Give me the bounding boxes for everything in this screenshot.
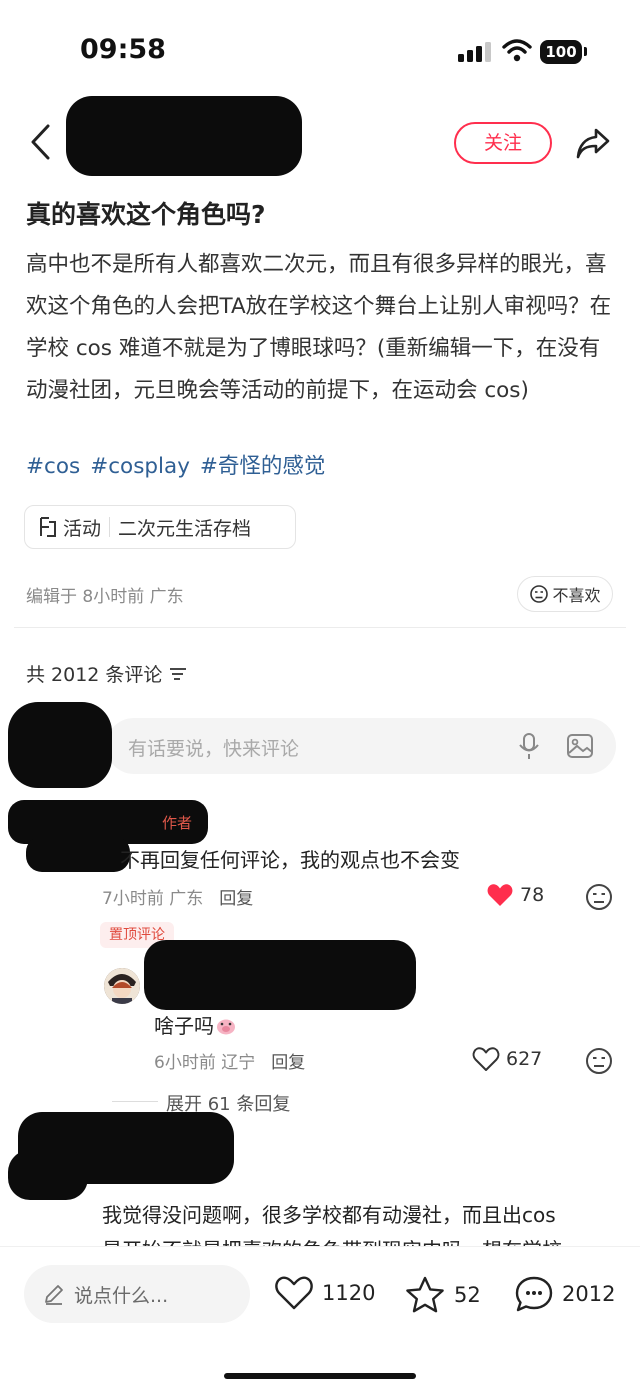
post-body: 高中也不是所有人都喜欢二次元，而且有很多异样的眼光，喜欢这个角色的人会把TA放在… <box>26 252 612 403</box>
unhappy-face-icon <box>530 585 549 603</box>
pencil-icon <box>45 1285 63 1305</box>
avatar-illustration <box>104 968 140 1004</box>
status-time: 09:58 <box>80 34 166 65</box>
comment-total: 2012 <box>562 1282 616 1306</box>
post-tags: #cos #cosplay #奇怪的感觉 <box>26 449 335 480</box>
heart-filled-icon <box>487 884 513 906</box>
like-button[interactable]: 1120 <box>274 1275 375 1311</box>
collect-button[interactable]: 52 <box>404 1275 481 1315</box>
unhappy-face-icon[interactable] <box>584 882 614 912</box>
comment-count[interactable]: 共 2012 条评论 <box>26 660 188 687</box>
battery-tip <box>584 47 587 56</box>
comment-count-label: 共 2012 条评论 <box>26 664 163 686</box>
post-title: 真的喜欢这个角色吗? <box>26 200 266 229</box>
comment-button[interactable]: 2012 <box>514 1275 615 1313</box>
comment-input[interactable]: 有话要说，快来评论 <box>106 718 616 774</box>
pig-emoji-icon <box>217 1019 235 1035</box>
say-something-input[interactable]: 说点什么... <box>24 1265 250 1323</box>
comment-text: 我觉得没问题啊，很多学校都有动漫社，而且出cos <box>102 1203 556 1227</box>
unhappy-face-icon[interactable] <box>584 1046 614 1076</box>
wifi-icon <box>502 39 532 62</box>
bookmark-icon <box>40 517 56 537</box>
reply-button[interactable]: 回复 <box>271 1053 305 1073</box>
reply-button[interactable]: 回复 <box>219 889 253 909</box>
microphone-icon[interactable] <box>518 732 540 760</box>
divider <box>14 627 626 628</box>
comment-input-placeholder: 有话要说，快来评论 <box>128 738 300 760</box>
image-icon[interactable] <box>566 733 594 759</box>
current-user-avatar <box>8 702 112 788</box>
comment-meta: 6小时前 辽宁 回复 <box>154 1048 305 1073</box>
comment-text: 啥子吗 <box>154 1010 236 1039</box>
reply-avatar[interactable] <box>104 968 140 1004</box>
comment-time-location: 6小时前 辽宁 <box>154 1053 256 1073</box>
expand-divider <box>112 1101 158 1102</box>
back-arrow-icon[interactable] <box>28 122 52 162</box>
topic-prefix: 活动 <box>63 517 102 540</box>
commenter-avatar[interactable] <box>26 836 130 872</box>
heart-outline-icon <box>472 1047 500 1071</box>
comment-text: 不再回复任何评论，我的观点也不会变 <box>120 848 460 872</box>
follow-button[interactable]: 关注 <box>454 122 552 164</box>
comment-text-content: 啥子吗 <box>154 1014 214 1038</box>
bottom-action-bar: 说点什么... 1120 52 2012 <box>0 1246 640 1393</box>
topic-name: 二次元生活存档 <box>118 517 252 540</box>
share-icon[interactable] <box>574 124 612 162</box>
reply-username[interactable] <box>144 940 416 1010</box>
hashtag-link[interactable]: #奇怪的感觉 <box>200 454 326 479</box>
comment-like-button[interactable]: 627 <box>472 1046 542 1072</box>
hashtag-link[interactable]: #cos <box>26 454 80 479</box>
comment-text-continued: 是开始不就是把喜欢的角色带到现实中吗，想在学校 <box>102 1234 562 1246</box>
comment-like-count: 78 <box>520 884 545 906</box>
dislike-label: 不喜欢 <box>552 586 601 605</box>
topic-separator <box>109 517 111 537</box>
hashtag-link[interactable]: #cosplay <box>90 454 190 479</box>
heart-outline-icon <box>275 1276 313 1310</box>
comment-like-button[interactable]: 78 <box>486 882 544 908</box>
collect-count: 52 <box>454 1283 481 1307</box>
dislike-button[interactable]: 不喜欢 <box>517 576 613 612</box>
author-avatar-name[interactable] <box>66 96 302 176</box>
comment-meta: 7小时前 广东 回复 <box>102 884 253 909</box>
signal-icon <box>458 42 491 62</box>
battery-icon: 100 <box>540 40 582 64</box>
home-indicator <box>224 1373 416 1379</box>
comment-time-location: 7小时前 广东 <box>102 889 204 909</box>
sort-icon[interactable] <box>168 666 188 682</box>
like-count: 1120 <box>322 1281 376 1305</box>
topic-chip[interactable]: 活动 二次元生活存档 <box>24 505 296 549</box>
commenter-avatar[interactable] <box>8 1150 88 1200</box>
star-outline-icon <box>406 1276 444 1313</box>
say-something-placeholder: 说点什么... <box>74 1284 169 1307</box>
edit-meta: 编辑于 8小时前 广东 <box>26 587 184 607</box>
comment-like-count: 627 <box>506 1048 543 1070</box>
comment-bubble-icon <box>515 1276 553 1312</box>
author-tag: 作者 <box>162 814 193 832</box>
